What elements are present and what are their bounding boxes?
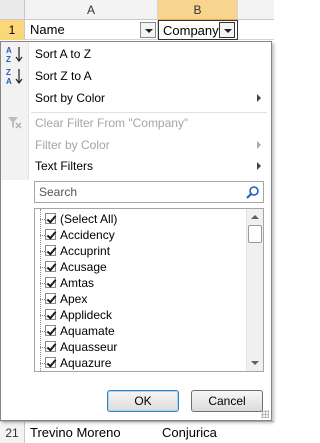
search-icon[interactable] <box>246 185 260 199</box>
checkbox[interactable] <box>45 325 56 336</box>
list-item[interactable]: Aquazure <box>40 355 111 371</box>
checkbox[interactable] <box>45 293 56 304</box>
sort-a-to-z-label: Sort A to Z <box>35 47 92 61</box>
svg-text:A: A <box>6 46 12 55</box>
scrollbar-thumb[interactable] <box>248 225 262 243</box>
search-box <box>34 181 264 203</box>
filter-dropdown-name[interactable] <box>140 22 156 38</box>
scroll-down-icon[interactable] <box>247 355 263 371</box>
list-item[interactable]: Aquamate <box>40 323 115 339</box>
menu-item-clear-filter[interactable]: Clear Filter From "Company" <box>1 112 271 134</box>
list-item[interactable]: Accidency <box>40 227 115 243</box>
column-header-a[interactable]: A <box>25 0 158 20</box>
search-input[interactable] <box>35 182 235 202</box>
clear-filter-label: Clear Filter From "Company" <box>35 116 189 130</box>
checkbox[interactable] <box>45 277 56 288</box>
row-number-21[interactable]: 21 <box>0 422 25 443</box>
text-filters-label: Text Filters <box>35 159 94 173</box>
vertical-scrollbar[interactable] <box>246 209 263 371</box>
sort-z-to-a-label: Sort Z to A <box>35 69 92 83</box>
svg-text:A: A <box>6 77 12 85</box>
checkbox[interactable] <box>45 213 56 224</box>
row-1: 1 Name Company <box>0 20 274 40</box>
submenu-arrow-icon <box>257 162 261 170</box>
menu-item-filter-by-color[interactable]: Filter by Color <box>1 134 271 156</box>
list-item[interactable]: Acusage <box>40 259 107 275</box>
checkbox[interactable] <box>45 341 56 352</box>
cell-a21[interactable]: Trevino Moreno <box>26 422 158 443</box>
checkbox[interactable] <box>45 245 56 256</box>
filter-values-list: (Select All) Accidency Accuprint Acusage… <box>34 208 264 372</box>
checkbox[interactable] <box>45 357 56 368</box>
cell-b21[interactable]: Conjurica <box>158 422 274 443</box>
submenu-arrow-icon <box>257 141 261 149</box>
checkbox[interactable] <box>45 261 56 272</box>
filter-dropdown-company[interactable] <box>219 22 235 38</box>
svg-text:Z: Z <box>6 68 11 77</box>
list-item[interactable]: Amtas <box>40 275 94 291</box>
list-item[interactable]: Applideck <box>40 307 112 323</box>
sort-ascending-icon: A Z <box>5 45 25 64</box>
resize-grip-icon[interactable] <box>261 410 269 418</box>
sort-descending-icon: Z A <box>5 67 25 86</box>
list-item[interactable]: Aquasseur <box>40 339 117 355</box>
autofilter-menu: A Z Sort A to Z Z A Sort Z to A Sort by … <box>0 41 272 421</box>
sort-by-color-label: Sort by Color <box>35 91 106 105</box>
clear-filter-icon <box>5 114 25 132</box>
scroll-up-icon[interactable] <box>247 209 263 225</box>
menu-item-sort-by-color[interactable]: Sort by Color <box>1 87 271 109</box>
list-item[interactable]: Apex <box>40 291 87 307</box>
row-number-1[interactable]: 1 <box>0 20 25 40</box>
submenu-arrow-icon <box>257 94 261 102</box>
menu-item-text-filters[interactable]: Text Filters <box>1 155 271 177</box>
row-21: 21 Trevino Moreno Conjurica <box>0 421 274 443</box>
list-item[interactable]: Accuprint <box>40 243 110 259</box>
cancel-button[interactable]: Cancel <box>191 390 263 412</box>
select-all-corner[interactable] <box>0 0 25 20</box>
checkbox[interactable] <box>45 229 56 240</box>
svg-text:Z: Z <box>6 55 11 63</box>
column-header-bar: A B <box>0 0 274 20</box>
column-header-b[interactable]: B <box>158 0 238 20</box>
filter-by-color-label: Filter by Color <box>35 138 110 152</box>
menu-item-sort-z-to-a[interactable]: Z A Sort Z to A <box>1 65 271 87</box>
menu-item-sort-a-to-z[interactable]: A Z Sort A to Z <box>1 43 271 65</box>
checkbox[interactable] <box>45 309 56 320</box>
list-item-select-all[interactable]: (Select All) <box>40 211 117 227</box>
ok-button[interactable]: OK <box>107 390 179 412</box>
cell-a1[interactable]: Name <box>26 20 158 40</box>
